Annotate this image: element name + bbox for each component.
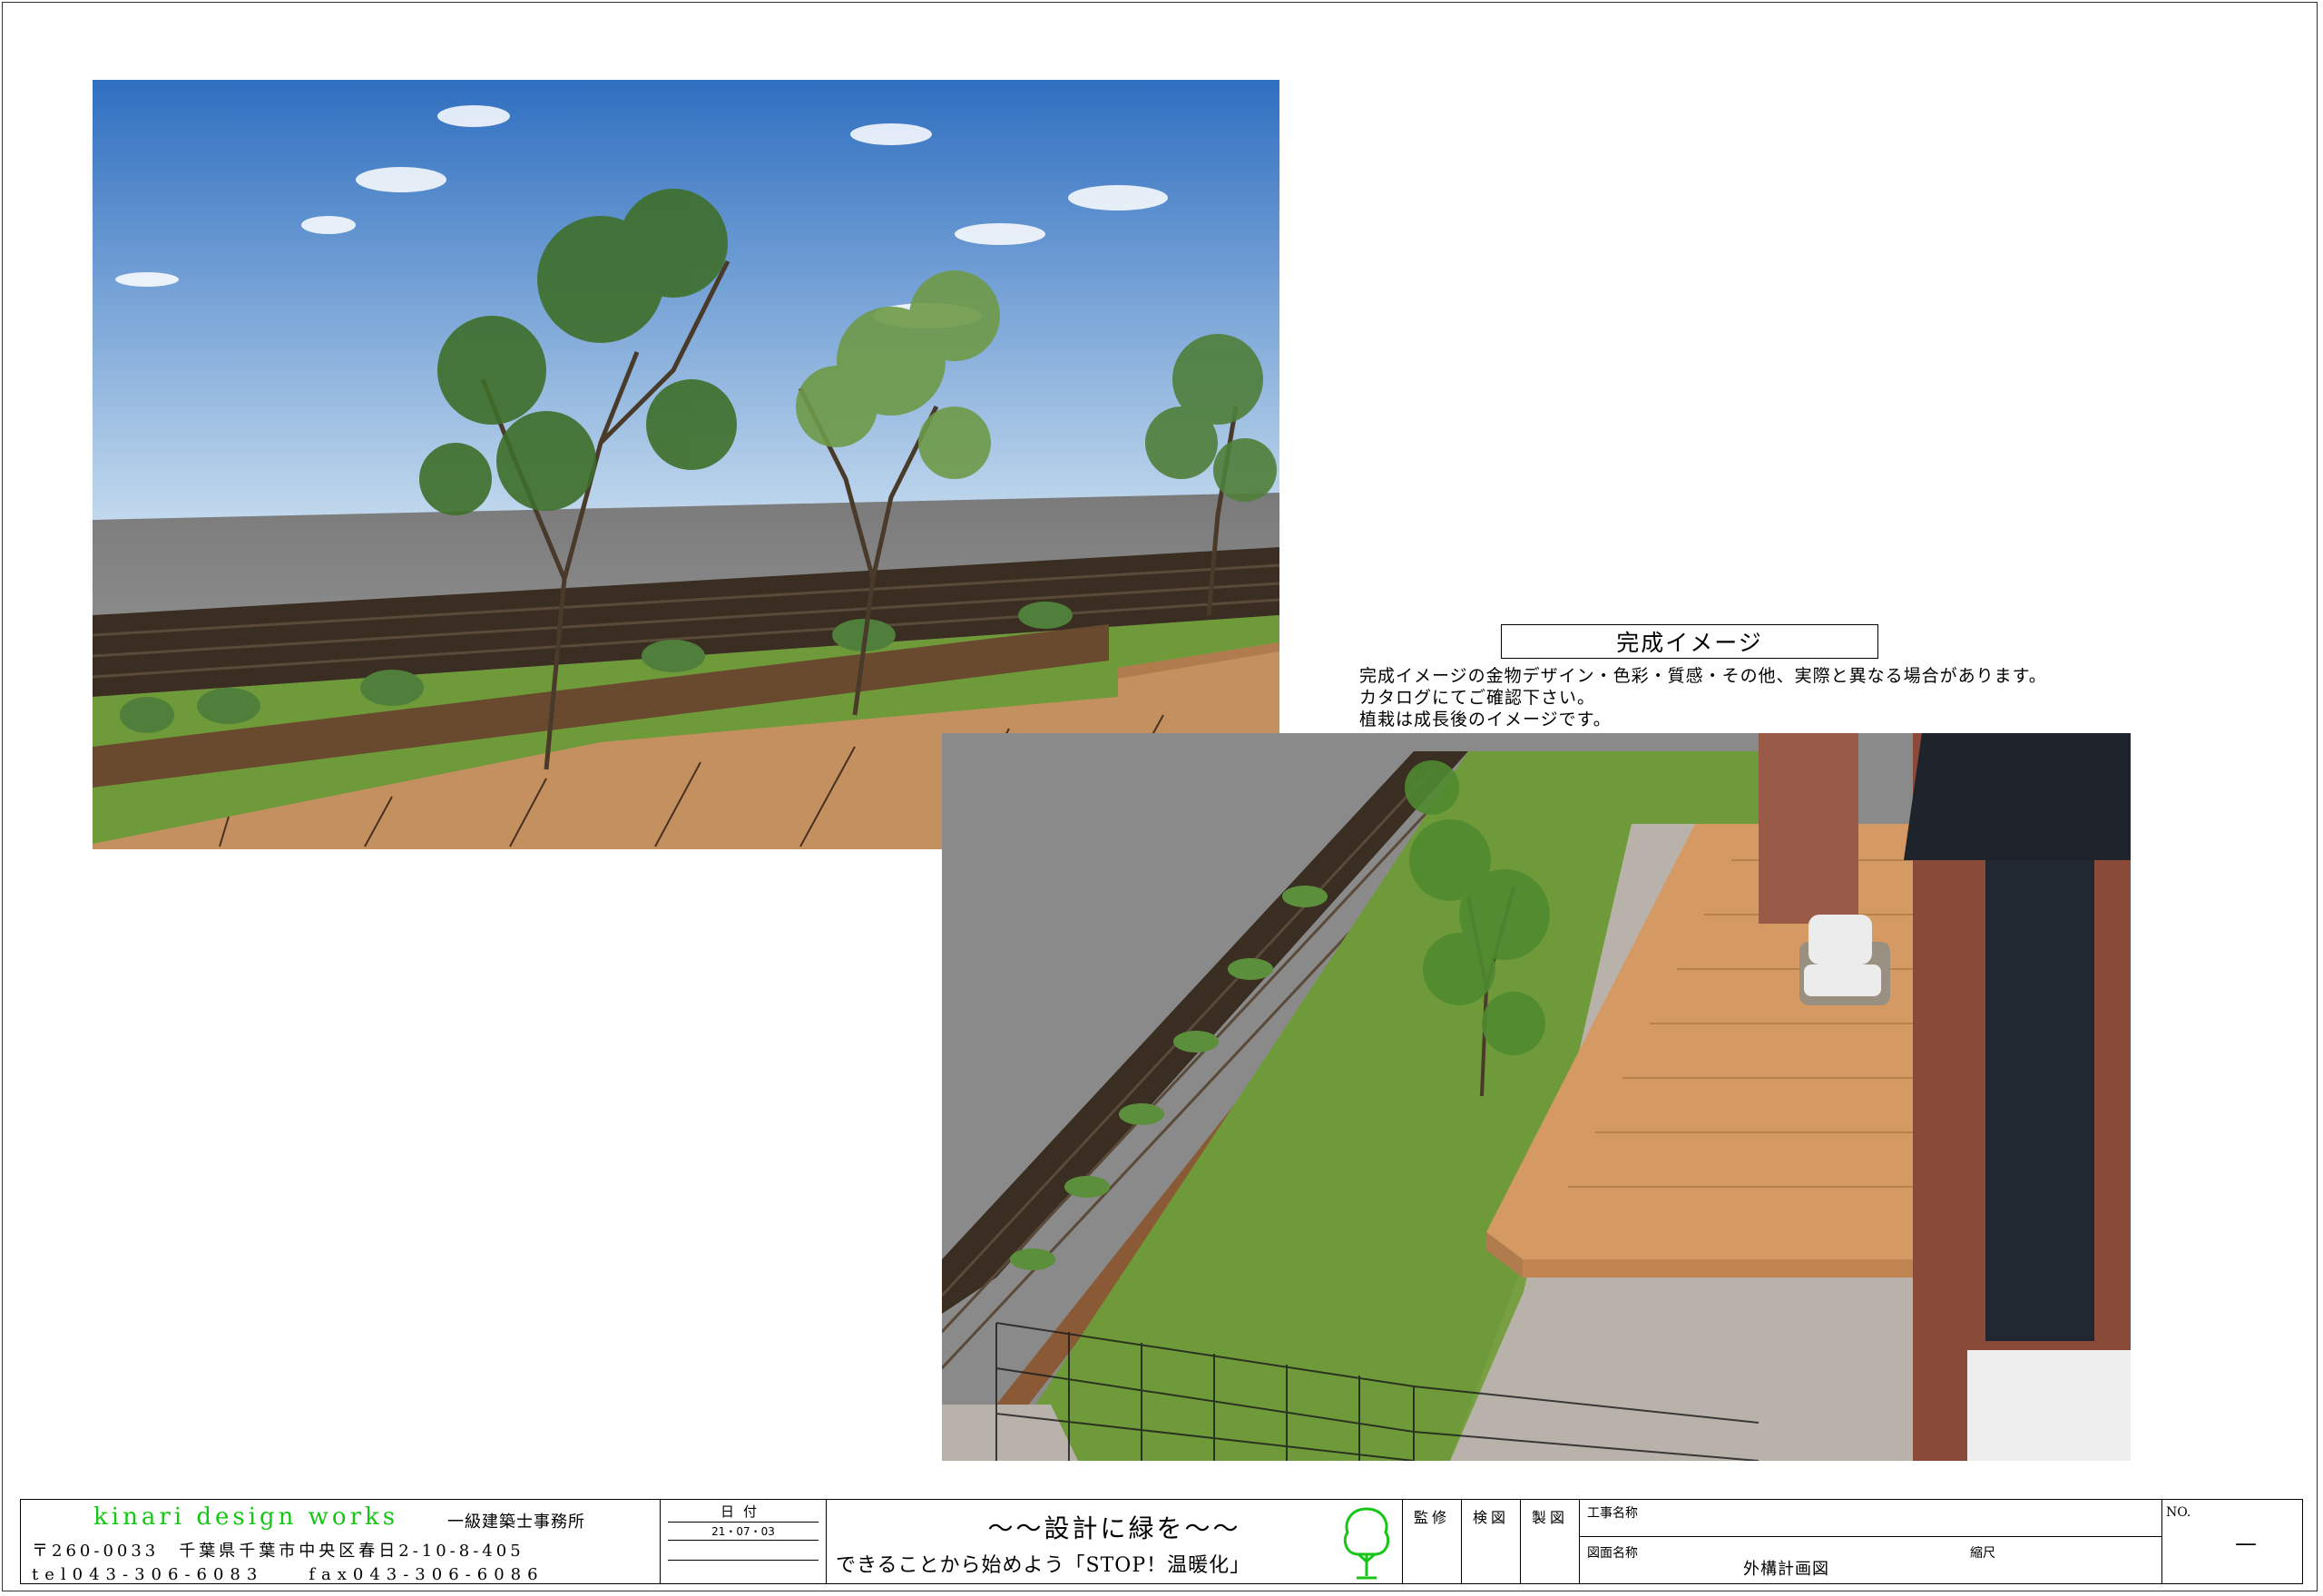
slogan-sub: できることから始めよう「STOP！温暖化」 <box>836 1554 1251 1577</box>
stamp-draft-label: 製図 <box>1531 1509 1568 1526</box>
company-type: 一級建築士事務所 <box>447 1513 585 1532</box>
scale-label: 縮尺 <box>1970 1546 1995 1561</box>
company-cell: kinari design works 一級建築士事務所 〒260-0033 千… <box>21 1500 661 1584</box>
drawing-name: 外構計画図 <box>1743 1560 1829 1579</box>
company-address: 〒260-0033 千葉県千葉市中央区春日2-10-8-405 <box>32 1542 524 1561</box>
slogan-cell: ～～設計に緑を～～ できることから始めよう「STOP！温暖化」 <box>827 1500 1403 1583</box>
company-tel-fax: tel043-306-6083 fax043-306-6086 <box>32 1565 544 1584</box>
stamp-draft-cell: 製図 <box>1521 1500 1580 1583</box>
number-cell: NO. — <box>2162 1500 2302 1583</box>
date-label: 日付 <box>720 1503 766 1520</box>
date-cell: 日付 21・07・03 <box>661 1500 827 1583</box>
slogan-main: ～～設計に緑を～～ <box>987 1513 1241 1543</box>
caption-title: 完成イメージ <box>1501 624 1878 659</box>
drawing-name-label: 図面名称 <box>1587 1546 1638 1561</box>
company-name: kinari design works <box>93 1503 399 1531</box>
number-value: — <box>2235 1531 2257 1556</box>
stamp-supervision-cell: 監修 <box>1403 1500 1462 1583</box>
garden-render-aerial <box>942 733 2131 1461</box>
stamp-check-cell: 検図 <box>1462 1500 1521 1583</box>
stamp-supervision-label: 監修 <box>1413 1509 1450 1526</box>
caption-note: 植栽は成長後のイメージです。 <box>1359 710 1612 729</box>
title-block: kinari design works 一級建築士事務所 〒260-0033 千… <box>20 1499 2303 1584</box>
stamp-check-label: 検図 <box>1472 1509 1509 1526</box>
date-divider <box>668 1522 818 1523</box>
caption-note: カタログにてご確認下さい。 <box>1359 688 1596 708</box>
project-divider <box>1580 1536 2161 1537</box>
caption-notes: 完成イメージの金物デザイン・色彩・質感・その他、実際と異なる場合があります。 カ… <box>1359 665 2176 730</box>
date-divider <box>668 1540 818 1541</box>
date-value: 21・07・03 <box>711 1525 775 1538</box>
project-name-label: 工事名称 <box>1587 1506 1638 1521</box>
tree-logo-icon <box>1343 1507 1390 1580</box>
date-divider <box>668 1560 818 1561</box>
project-cell: 工事名称 図面名称 外構計画図 縮尺 <box>1580 1500 2162 1583</box>
caption-note: 完成イメージの金物デザイン・色彩・質感・その他、実際と異なる場合があります。 <box>1359 666 2047 686</box>
number-label: NO. <box>2166 1505 2191 1520</box>
